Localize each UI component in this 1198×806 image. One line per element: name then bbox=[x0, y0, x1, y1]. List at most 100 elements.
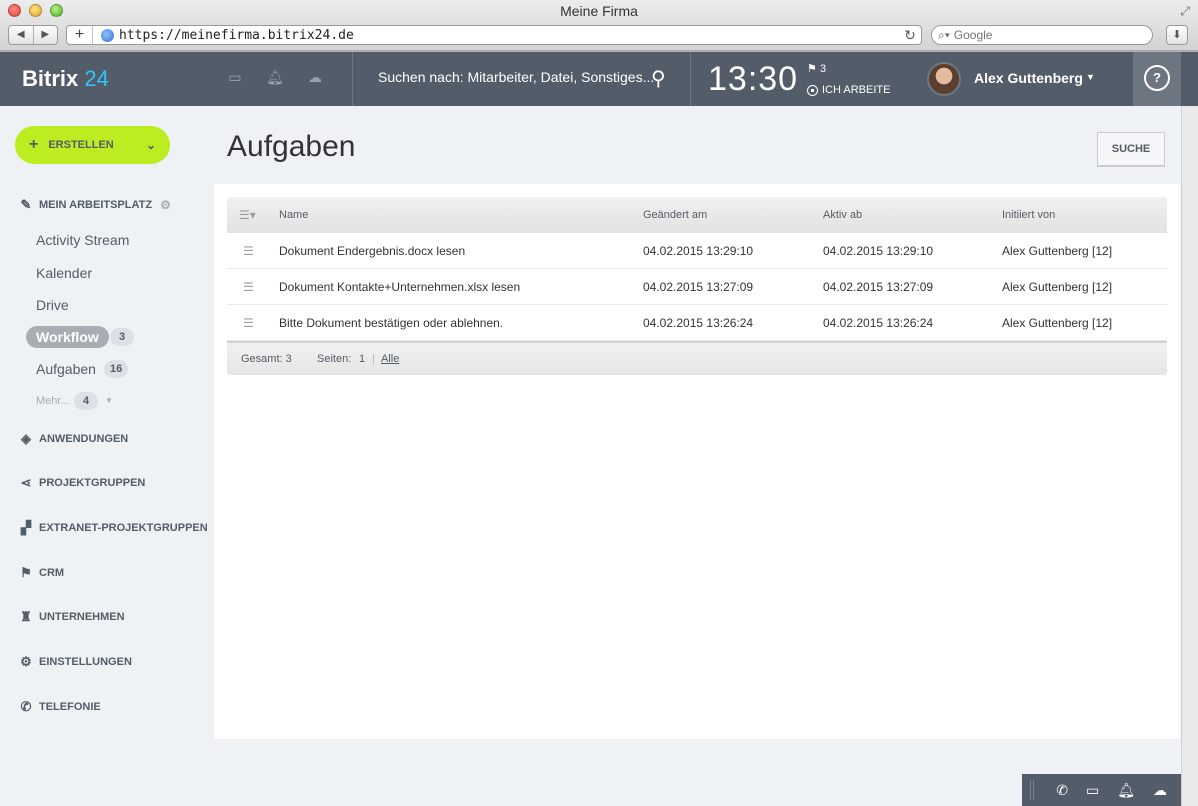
work-status[interactable]: ICH ARBEITE bbox=[807, 84, 890, 96]
header-icons: ▭ 🔔︎ ☁ bbox=[226, 69, 324, 86]
initiator[interactable]: Alex Guttenberg [12] bbox=[1002, 233, 1112, 269]
flag-icon: ⚑ bbox=[807, 63, 817, 75]
section-label: EINSTELLUNGEN bbox=[39, 656, 132, 668]
total-count: Gesamt: 3 bbox=[241, 353, 292, 365]
table-row[interactable]: ☰ Dokument Endergebnis.docx lesen 04.02.… bbox=[227, 233, 1167, 269]
url-bar[interactable]: + https://meinefirma.bitrix24.de ↻ bbox=[66, 25, 922, 45]
avatar[interactable] bbox=[927, 62, 961, 96]
reload-icon[interactable]: ↻ bbox=[899, 27, 921, 44]
active-date: 04.02.2015 13:26:24 bbox=[823, 316, 934, 330]
task-name[interactable]: Dokument Kontakte+Unternehmen.xlsx lesen bbox=[279, 269, 520, 305]
share-icon: ⋖ bbox=[20, 475, 32, 490]
caret-down-icon[interactable]: ▼ bbox=[1086, 72, 1095, 82]
sidebar-section-workplace[interactable]: ✎ MEIN ARBEITSPLATZ ⚙ bbox=[18, 197, 171, 213]
task-name[interactable]: Bitte Dokument bestätigen oder ablehnen. bbox=[279, 305, 503, 341]
logo[interactable]: Bitrix 24 bbox=[22, 66, 109, 92]
blocks-icon: ▞ bbox=[21, 520, 31, 535]
app-header: Bitrix 24 ▭ 🔔︎ ☁ Suchen nach: Mitarbeite… bbox=[0, 52, 1198, 106]
initiator[interactable]: Alex Guttenberg [12] bbox=[1002, 269, 1112, 305]
sidebar-more-link[interactable]: Mehr... bbox=[36, 395, 70, 407]
aufgaben-count-badge: 16 bbox=[104, 360, 129, 378]
chevron-down-icon[interactable]: ⌄ bbox=[146, 138, 156, 152]
page-title: Aufgaben bbox=[227, 130, 356, 163]
active-date: 04.02.2015 13:27:09 bbox=[823, 280, 934, 294]
column-header-initiator[interactable]: Initiiert von bbox=[1002, 197, 1055, 233]
help-button[interactable]: ? bbox=[1133, 52, 1181, 106]
messenger-bar: ✆ ▭ 🔔︎ ☁ bbox=[1022, 774, 1181, 806]
grid-header: ☰▾ Name Geändert am Aktiv ab Initiiert v… bbox=[227, 197, 1167, 233]
scrollbar[interactable] bbox=[1181, 106, 1198, 806]
castle-icon: ♜ bbox=[20, 609, 32, 624]
drag-handle[interactable] bbox=[1030, 780, 1034, 800]
chat-icon[interactable]: ▭ bbox=[226, 69, 244, 86]
forward-button[interactable]: ▶ bbox=[32, 26, 58, 44]
search-icon[interactable]: ⚲ bbox=[651, 66, 666, 91]
content-panel: ☰▾ Name Geändert am Aktiv ab Initiiert v… bbox=[214, 184, 1180, 739]
url-text[interactable]: https://meinefirma.bitrix24.de bbox=[119, 28, 899, 43]
column-header-name[interactable]: Name bbox=[279, 197, 308, 233]
add-bookmark-button[interactable]: + bbox=[67, 26, 93, 44]
cloud-icon[interactable]: ☁ bbox=[306, 69, 324, 86]
clock-time[interactable]: 13:30 bbox=[708, 60, 798, 99]
user-name[interactable]: Alex Guttenberg bbox=[974, 70, 1083, 86]
grid-footer: Gesamt: 3 Seiten: 1 | Alle bbox=[227, 341, 1167, 375]
phone-icon[interactable]: ✆ bbox=[1056, 782, 1068, 799]
sidebar-section-anwendungen[interactable]: ◈ ANWENDUNGEN bbox=[18, 431, 128, 447]
sidebar-section-projektgruppen[interactable]: ⋖ PROJEKTGRUPPEN bbox=[18, 475, 146, 491]
initiator[interactable]: Alex Guttenberg [12] bbox=[1002, 305, 1112, 341]
active-date: 04.02.2015 13:29:10 bbox=[823, 244, 934, 258]
page-number[interactable]: 1 bbox=[359, 343, 365, 375]
table-row[interactable]: ☰ Bitte Dokument bestätigen oder ablehne… bbox=[227, 305, 1167, 341]
bell-icon[interactable]: 🔔︎ bbox=[1117, 782, 1135, 799]
table-row[interactable]: ☰ Dokument Kontakte+Unternehmen.xlsx les… bbox=[227, 269, 1167, 305]
sidebar-item-activity-stream[interactable]: Activity Stream bbox=[36, 232, 129, 248]
sidebar-item-workflow[interactable]: Workflow bbox=[26, 326, 109, 348]
caret-down-icon[interactable]: ▼ bbox=[105, 396, 113, 405]
fullscreen-icon[interactable]: ⤢ bbox=[1180, 4, 1190, 19]
bell-icon[interactable]: 🔔︎ bbox=[266, 69, 284, 86]
changed-date: 04.02.2015 13:29:10 bbox=[643, 244, 754, 258]
sidebar-section-unternehmen[interactable]: ♜ UNTERNEHMEN bbox=[18, 609, 125, 625]
search-button[interactable]: SUCHE bbox=[1097, 132, 1165, 167]
sidebar-section-crm[interactable]: ⚑ CRM bbox=[18, 565, 64, 581]
back-button[interactable]: ◀ bbox=[9, 26, 33, 44]
create-button[interactable]: + ERSTELLEN ⌄ bbox=[15, 126, 170, 164]
show-all-link[interactable]: Alle bbox=[381, 343, 399, 375]
changed-date: 04.02.2015 13:26:24 bbox=[643, 316, 754, 330]
chat-icon[interactable]: ▭ bbox=[1086, 782, 1099, 799]
status-icon bbox=[807, 84, 818, 96]
sidebar-item-aufgaben[interactable]: Aufgaben bbox=[36, 361, 96, 377]
gear-icon[interactable]: ⚙ bbox=[160, 198, 171, 212]
flag-counter[interactable]: ⚑ 3 bbox=[807, 62, 826, 75]
sidebar-section-einstellungen[interactable]: ⚙ EINSTELLUNGEN bbox=[18, 654, 132, 670]
header-search-input[interactable]: Suchen nach: Mitarbeiter, Datei, Sonstig… bbox=[378, 69, 654, 85]
section-label: MEIN ARBEITSPLATZ bbox=[39, 199, 153, 211]
sidebar-section-telefonie[interactable]: ✆ TELEFONIE bbox=[18, 699, 101, 715]
row-menu-icon[interactable]: ☰ bbox=[243, 233, 254, 269]
sidebar-item-kalender[interactable]: Kalender bbox=[36, 265, 92, 281]
sidebar-item-drive[interactable]: Drive bbox=[36, 297, 69, 313]
help-icon: ? bbox=[1144, 65, 1170, 91]
more-count-badge: 4 bbox=[74, 392, 98, 410]
column-header-active[interactable]: Aktiv ab bbox=[823, 197, 862, 233]
gear-icon: ⚙ bbox=[20, 654, 32, 669]
sidebar-section-extranet[interactable]: ▞ EXTRANET-PROJEKTGRUPPEN bbox=[18, 520, 208, 536]
flag-icon: ⚑ bbox=[20, 565, 32, 580]
task-name[interactable]: Dokument Endergebnis.docx lesen bbox=[279, 233, 465, 269]
column-settings-icon[interactable]: ☰▾ bbox=[239, 197, 256, 233]
downloads-button[interactable]: ⬇ bbox=[1166, 25, 1188, 45]
browser-search-input[interactable] bbox=[953, 28, 1134, 42]
row-menu-icon[interactable]: ☰ bbox=[243, 305, 254, 341]
row-menu-icon[interactable]: ☰ bbox=[243, 269, 254, 305]
changed-date: 04.02.2015 13:27:09 bbox=[643, 280, 754, 294]
browser-search-field[interactable]: ⌕▾ bbox=[931, 25, 1153, 45]
section-label: UNTERNEHMEN bbox=[39, 611, 125, 623]
browser-chrome: Meine Firma ⤢ ◀ ▶ + https://meinefirma.b… bbox=[0, 0, 1198, 51]
workflow-count-badge: 3 bbox=[110, 328, 134, 346]
status-label: ICH ARBEITE bbox=[822, 84, 891, 96]
section-label: ANWENDUNGEN bbox=[39, 433, 129, 445]
column-header-changed[interactable]: Geändert am bbox=[643, 197, 707, 233]
cloud-icon[interactable]: ☁ bbox=[1153, 782, 1167, 799]
create-label: ERSTELLEN bbox=[48, 139, 114, 151]
logo-text: Bitrix bbox=[22, 66, 79, 91]
